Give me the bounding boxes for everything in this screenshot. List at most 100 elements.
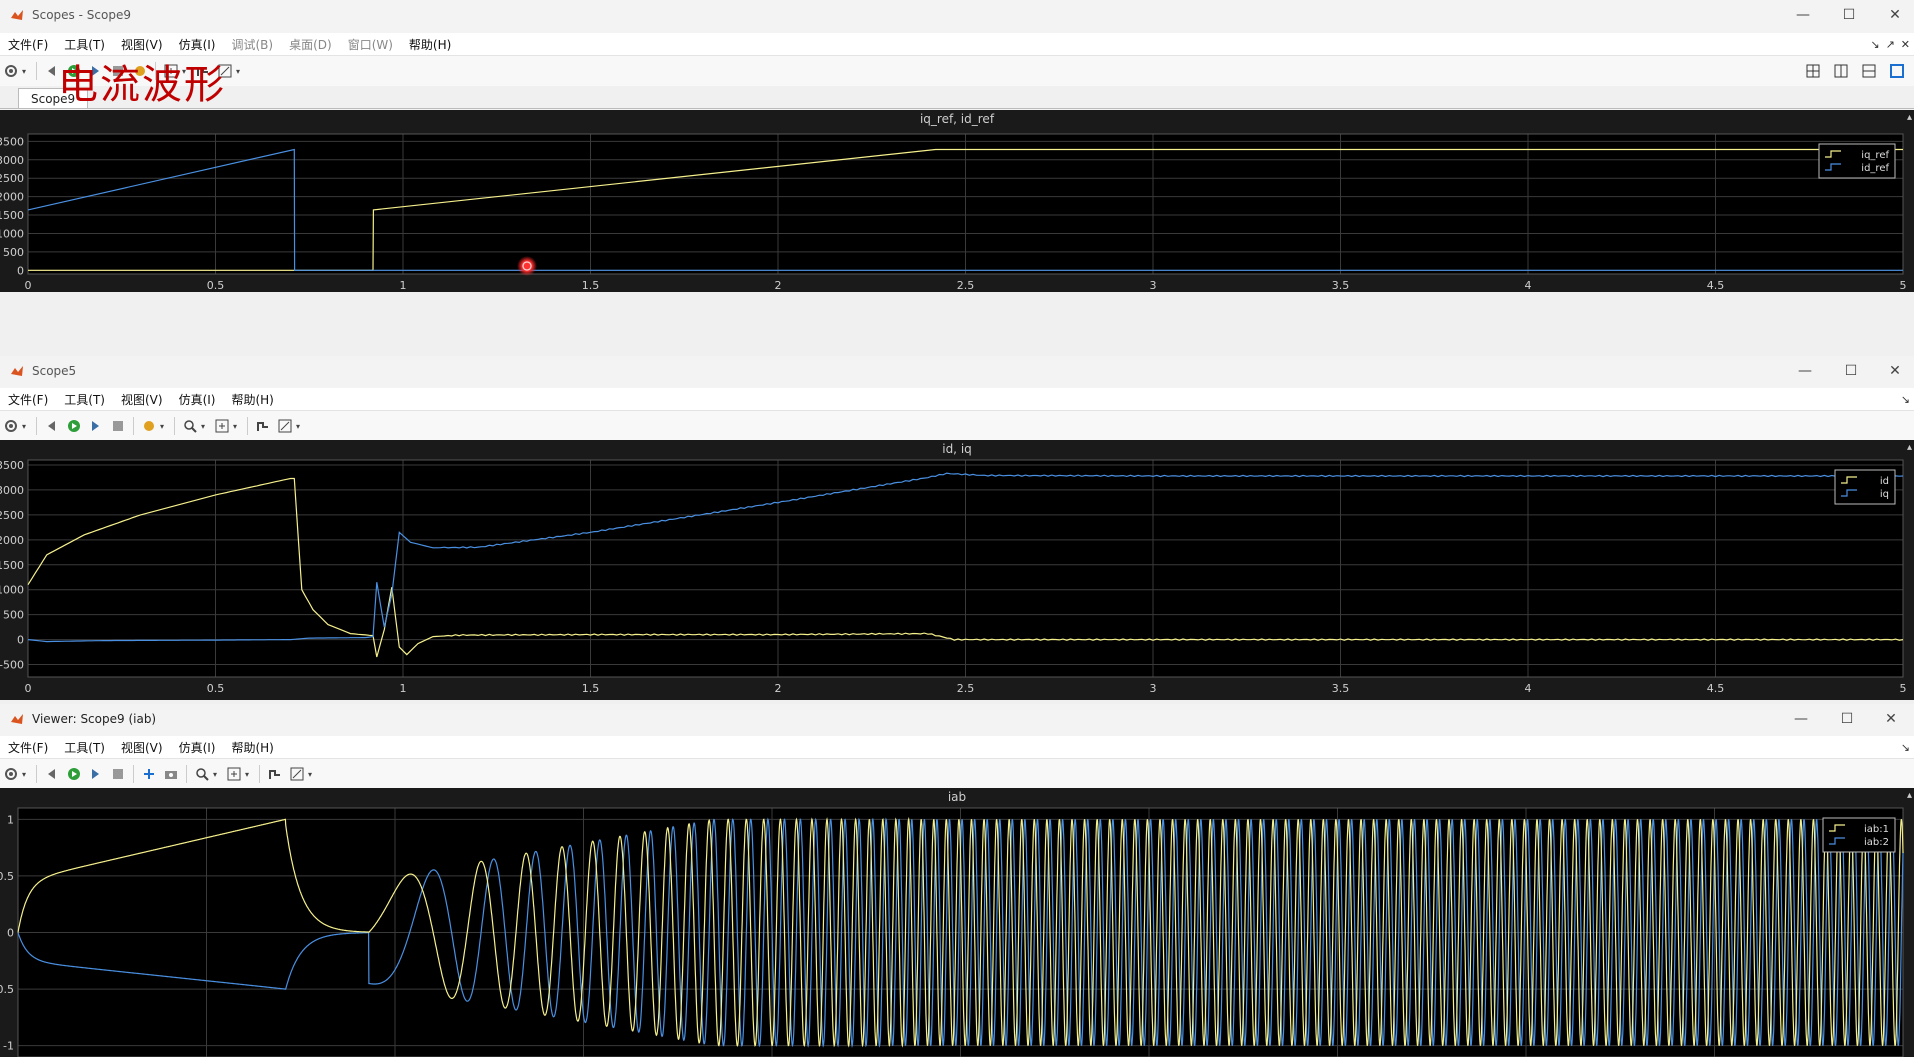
menu-view[interactable]: 视图(V) — [113, 36, 171, 53]
run-icon[interactable] — [65, 417, 83, 435]
chart-2: 00.511.522.533.544.55-500050010001500200… — [0, 459, 1907, 695]
chevron-down-icon[interactable]: ▾ — [233, 422, 239, 431]
plot-area-3: iab ▴ -1-0.500.51iab:1iab:2 — [0, 788, 1914, 1057]
layout-buttons — [1802, 62, 1908, 80]
autoscale-icon[interactable] — [213, 417, 231, 435]
close-figure-icon[interactable]: ✕ — [1901, 38, 1910, 51]
chevron-down-icon[interactable]: ▾ — [213, 770, 219, 779]
close-button[interactable]: ✕ — [1868, 704, 1914, 734]
menu-view[interactable]: 视图(V) — [113, 739, 171, 756]
plot-area-2: id, iq ▴ 00.511.522.533.544.55-500050010… — [0, 440, 1914, 700]
menu-tools[interactable]: 工具(T) — [56, 36, 113, 53]
toolbar: ▾ ▾ ▾ — [0, 55, 1914, 87]
x-tick-label: 4.5 — [1707, 279, 1725, 292]
layout-rows-icon[interactable] — [1860, 62, 1878, 80]
zoom-icon[interactable] — [193, 765, 211, 783]
undock-icon[interactable]: ↘ — [1901, 393, 1910, 406]
settings-icon[interactable] — [2, 417, 20, 435]
overlay-annotation: 电流波形 — [58, 62, 226, 108]
x-tick-label: 5 — [1900, 682, 1907, 695]
menu-window[interactable]: 窗口(W) — [340, 36, 401, 53]
triggers-icon[interactable] — [254, 417, 272, 435]
snapshot-icon[interactable] — [162, 765, 180, 783]
stop-icon[interactable] — [109, 765, 127, 783]
zoom-icon[interactable] — [181, 417, 199, 435]
settings-icon[interactable] — [2, 62, 20, 80]
layout-grid-icon[interactable] — [1804, 62, 1822, 80]
menu-file[interactable]: 文件(F) — [0, 36, 56, 53]
y-tick-label: -500 — [0, 659, 24, 672]
chevron-down-icon[interactable]: ▾ — [22, 422, 28, 431]
chevron-down-icon[interactable]: ▾ — [296, 422, 302, 431]
chevron-down-icon[interactable]: ▾ — [22, 770, 28, 779]
mouse-cursor-highlight — [517, 256, 537, 276]
undock-icon[interactable]: ↘ — [1901, 741, 1910, 754]
pin-icon[interactable]: ↗ — [1886, 38, 1895, 51]
chevron-down-icon[interactable]: ▾ — [245, 770, 251, 779]
stop-icon[interactable] — [109, 417, 127, 435]
menu-help[interactable]: 帮助(H) — [223, 391, 281, 408]
autoscale-icon[interactable] — [225, 765, 243, 783]
minimize-button[interactable]: — — [1778, 704, 1824, 734]
step-forward-icon[interactable] — [87, 765, 105, 783]
close-button[interactable]: ✕ — [1872, 356, 1914, 386]
menu-help[interactable]: 帮助(H) — [223, 739, 281, 756]
y-tick-label: 2000 — [0, 191, 24, 204]
menu-file[interactable]: 文件(F) — [0, 739, 56, 756]
layout-columns-icon[interactable] — [1832, 62, 1850, 80]
maximize-button[interactable]: ☐ — [1824, 704, 1870, 734]
title-bar: Scopes - Scope9 — [0, 0, 1914, 30]
menu-tools[interactable]: 工具(T) — [56, 739, 113, 756]
title-bar: Viewer: Scope9 (iab) — [0, 704, 1914, 734]
menu-simulation[interactable]: 仿真(I) — [171, 739, 224, 756]
chevron-down-icon[interactable]: ▾ — [201, 422, 207, 431]
chevron-down-icon[interactable]: ▾ — [308, 770, 314, 779]
step-forward-icon[interactable] — [87, 417, 105, 435]
y-tick-label: 1500 — [0, 559, 24, 572]
menu-file[interactable]: 文件(F) — [0, 391, 56, 408]
x-tick-label: 3 — [1150, 682, 1157, 695]
menu-tools[interactable]: 工具(T) — [56, 391, 113, 408]
layout-single-icon[interactable] — [1888, 62, 1906, 80]
close-button[interactable]: ✕ — [1872, 0, 1914, 30]
y-tick-label: 3500 — [0, 459, 24, 472]
run-icon[interactable] — [65, 765, 83, 783]
menu-simulation[interactable]: 仿真(I) — [171, 391, 224, 408]
signal-select-icon[interactable] — [140, 765, 158, 783]
toolbar-separator — [133, 765, 134, 783]
dock-controls: ↘ ↗ ✕ — [1870, 38, 1910, 51]
plot-area-1: iq_ref, id_ref ▴ 0 0.5 1 1.5 2 2.5 3 3.5 4 4.5 5 0 5… — [0, 110, 1914, 292]
undock-icon[interactable]: ↘ — [1870, 38, 1879, 51]
menu-view[interactable]: 视图(V) — [113, 391, 171, 408]
x-tick-label: 2 — [775, 682, 782, 695]
step-back-icon[interactable] — [43, 765, 61, 783]
menu-desktop[interactable]: 桌面(D) — [281, 36, 340, 53]
minimize-button[interactable]: — — [1782, 356, 1828, 386]
highlight-icon[interactable] — [140, 417, 158, 435]
window-title: Scopes - Scope9 — [32, 8, 131, 22]
toolbar-separator — [36, 765, 37, 783]
x-tick-label: 3 — [1150, 279, 1157, 292]
legend-label: iq — [1880, 489, 1889, 500]
minimize-button[interactable]: — — [1780, 0, 1826, 30]
x-tick-label: 1.5 — [582, 682, 600, 695]
menu-help[interactable]: 帮助(H) — [401, 36, 459, 53]
chevron-down-icon[interactable]: ▾ — [22, 67, 28, 76]
scope5-window: Scope5 — ☐ ✕ 文件(F) 工具(T) 视图(V) 仿真(I) 帮助(… — [0, 356, 1914, 700]
menu-debug[interactable]: 调试(B) — [223, 36, 281, 53]
maximize-button[interactable]: ☐ — [1828, 356, 1874, 386]
settings-icon[interactable] — [2, 765, 20, 783]
x-tick-label: 4 — [1525, 279, 1532, 292]
style-icon[interactable] — [276, 417, 294, 435]
window-title: Scope5 — [32, 364, 77, 378]
dock-controls: ↘ — [1901, 393, 1910, 406]
chevron-down-icon[interactable]: ▾ — [160, 422, 166, 431]
menu-simulation[interactable]: 仿真(I) — [171, 36, 224, 53]
triggers-icon[interactable] — [266, 765, 284, 783]
y-tick-label: -0.5 — [0, 983, 14, 996]
step-back-icon[interactable] — [43, 417, 61, 435]
maximize-button[interactable]: ☐ — [1826, 0, 1872, 30]
dock-controls: ↘ — [1901, 741, 1910, 754]
chevron-down-icon[interactable]: ▾ — [236, 67, 242, 76]
style-icon[interactable] — [288, 765, 306, 783]
